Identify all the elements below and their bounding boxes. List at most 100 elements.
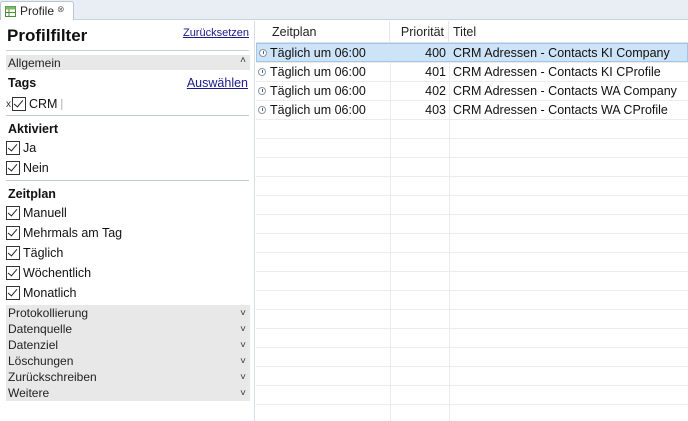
schedule-daily-label: Täglich bbox=[23, 246, 64, 260]
schedule-multiple-label: Mehrmals am Tag bbox=[23, 226, 123, 240]
schedule-option-weekly[interactable]: Wöchentlich bbox=[6, 263, 91, 283]
grid-line bbox=[256, 138, 688, 139]
close-icon[interactable]: ⊗ bbox=[57, 4, 65, 15]
schedule-clock-icon bbox=[258, 68, 266, 76]
cell-priority: 401 bbox=[425, 65, 446, 79]
schedule-weekly-label: Wöchentlich bbox=[23, 266, 92, 280]
grid-line bbox=[256, 233, 688, 234]
cell-schedule: Täglich um 06:00 bbox=[270, 84, 366, 98]
active-ja-label: Ja bbox=[23, 141, 37, 155]
schedule-option-monthly[interactable]: Monatlich bbox=[6, 283, 77, 303]
cell-schedule: Täglich um 06:00 bbox=[270, 46, 366, 60]
section-datenquelle[interactable]: Datenquelle ˅ bbox=[6, 321, 250, 337]
schedule-monthly-checkbox[interactable] bbox=[6, 286, 20, 300]
chevron-down-icon[interactable]: ˅ bbox=[240, 388, 246, 399]
tab-profile[interactable]: Profile ⊗ bbox=[0, 1, 74, 20]
grid-line bbox=[256, 347, 688, 348]
section-label: Protokollierung bbox=[8, 306, 89, 320]
cell-schedule: Täglich um 06:00 bbox=[270, 103, 366, 117]
section-label: Datenquelle bbox=[8, 322, 73, 336]
schedule-manual-checkbox[interactable] bbox=[6, 206, 20, 220]
active-option-nein[interactable]: Nein bbox=[6, 158, 49, 178]
tag-caret-icon: │ bbox=[59, 99, 66, 109]
schedule-multiple-checkbox[interactable] bbox=[6, 226, 20, 240]
table-row[interactable]: Täglich um 06:00 402 CRM Adressen - Cont… bbox=[256, 82, 688, 101]
remove-tag-icon[interactable]: x bbox=[6, 99, 11, 110]
section-weitere[interactable]: Weitere ˅ bbox=[6, 385, 250, 401]
grid-line bbox=[256, 195, 688, 196]
section-zurueckschreiben[interactable]: Zurückschreiben ˅ bbox=[6, 369, 250, 385]
grid-line bbox=[256, 290, 688, 291]
grid-line bbox=[256, 271, 688, 272]
cell-title: CRM Adressen - Contacts WA CProfile bbox=[453, 103, 668, 117]
schedule-option-manual[interactable]: Manuell bbox=[6, 203, 67, 223]
column-header-priority[interactable]: Priorität bbox=[390, 21, 449, 43]
grid-line bbox=[256, 214, 688, 215]
section-label: Datenziel bbox=[8, 338, 59, 352]
tag-crm-checkbox[interactable] bbox=[12, 97, 26, 111]
section-general[interactable]: Allgemein ˄ bbox=[6, 55, 250, 70]
schedule-clock-icon bbox=[258, 106, 266, 114]
section-label: Löschungen bbox=[8, 354, 74, 368]
cell-priority: 402 bbox=[425, 84, 446, 98]
reset-link[interactable]: Zurücksetzen bbox=[183, 27, 249, 39]
cell-title: CRM Adressen - Contacts KI Company bbox=[453, 46, 670, 60]
table-row[interactable]: Täglich um 06:00 401 CRM Adressen - Cont… bbox=[256, 63, 688, 82]
cell-title: CRM Adressen - Contacts KI CProfile bbox=[453, 65, 661, 79]
chevron-down-icon[interactable]: ˅ bbox=[240, 340, 246, 351]
active-ja-checkbox[interactable] bbox=[6, 141, 20, 155]
cell-priority: 400 bbox=[425, 46, 446, 60]
schedule-option-multiple[interactable]: Mehrmals am Tag bbox=[6, 223, 122, 243]
cell-priority: 403 bbox=[425, 103, 446, 117]
filter-header: Profilfilter Zurücksetzen bbox=[0, 21, 255, 51]
tag-crm-label: CRM bbox=[29, 97, 58, 111]
column-header-schedule[interactable]: Zeitplan bbox=[268, 21, 390, 43]
table-row[interactable]: Täglich um 06:00 403 CRM Adressen - Cont… bbox=[256, 101, 688, 120]
grid-line bbox=[256, 176, 688, 177]
profile-filter-panel: Profilfilter Zurücksetzen Allgemein ˄ Ta… bbox=[0, 21, 255, 421]
active-option-ja[interactable]: Ja bbox=[6, 138, 36, 158]
chevron-down-icon[interactable]: ˅ bbox=[240, 308, 246, 319]
section-protokollierung[interactable]: Protokollierung ˅ bbox=[6, 305, 250, 321]
active-nein-checkbox[interactable] bbox=[6, 161, 20, 175]
chevron-up-icon[interactable]: ˄ bbox=[240, 55, 246, 66]
tags-title: Tags bbox=[8, 76, 37, 90]
schedule-daily-checkbox[interactable] bbox=[6, 246, 20, 260]
grid-line bbox=[256, 385, 688, 386]
profile-table: Zeitplan Priorität Titel Täglich um 06:0… bbox=[256, 21, 688, 421]
active-nein-label: Nein bbox=[23, 161, 49, 175]
table-row[interactable]: Täglich um 06:00 400 CRM Adressen - Cont… bbox=[256, 43, 688, 62]
tab-profile-label: Profile bbox=[20, 4, 55, 18]
editor-tab-strip: Profile ⊗ bbox=[0, 0, 688, 20]
section-label: Zurückschreiben bbox=[8, 370, 97, 384]
choose-tags-link[interactable]: Auswählen bbox=[187, 76, 248, 90]
cell-schedule: Täglich um 06:00 bbox=[270, 65, 366, 79]
schedule-clock-icon bbox=[258, 87, 266, 95]
header-divider bbox=[6, 50, 249, 51]
grid-line bbox=[256, 328, 688, 329]
column-header-title[interactable]: Titel bbox=[449, 21, 688, 43]
chevron-down-icon[interactable]: ˅ bbox=[240, 372, 246, 383]
schedule-monthly-label: Monatlich bbox=[23, 286, 77, 300]
group-divider bbox=[6, 180, 249, 181]
table-header: Zeitplan Priorität Titel bbox=[256, 21, 688, 43]
section-general-label: Allgemein bbox=[8, 55, 61, 70]
section-datenziel[interactable]: Datenziel ˅ bbox=[6, 337, 250, 353]
tag-item-crm: x CRM │ bbox=[6, 94, 65, 114]
chevron-down-icon[interactable]: ˅ bbox=[240, 356, 246, 367]
schedule-weekly-checkbox[interactable] bbox=[6, 266, 20, 280]
schedule-clock-icon bbox=[259, 49, 267, 57]
grid-line bbox=[256, 252, 688, 253]
grid-line bbox=[256, 366, 688, 367]
filter-title: Profilfilter bbox=[7, 26, 88, 45]
section-label: Weitere bbox=[8, 386, 50, 400]
section-loeschungen[interactable]: Löschungen ˅ bbox=[6, 353, 250, 369]
grid-line bbox=[256, 404, 688, 405]
schedule-option-daily[interactable]: Täglich bbox=[6, 243, 63, 263]
cell-title: CRM Adressen - Contacts WA Company bbox=[453, 84, 677, 98]
group-divider bbox=[6, 115, 249, 116]
grid-line bbox=[256, 157, 688, 158]
chevron-down-icon[interactable]: ˅ bbox=[240, 324, 246, 335]
grid-line bbox=[256, 309, 688, 310]
profile-grid-icon bbox=[5, 5, 16, 17]
